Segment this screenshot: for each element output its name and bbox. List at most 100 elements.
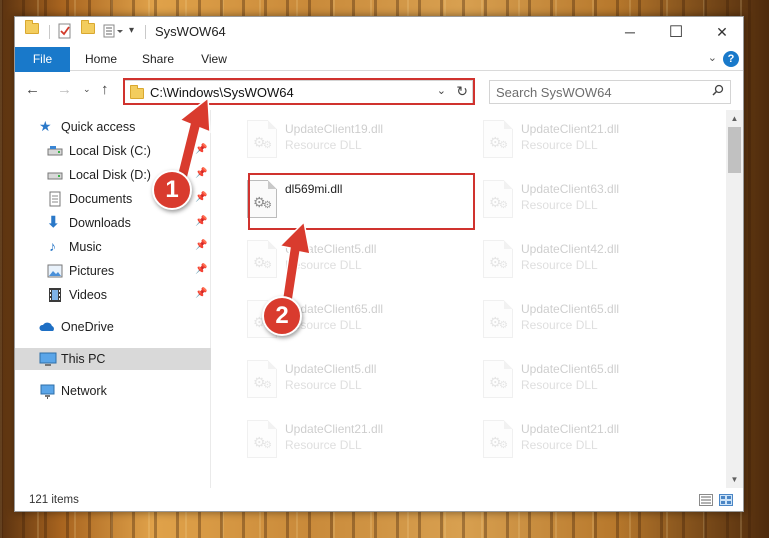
file-name: UpdateClient19.dll (285, 122, 384, 136)
list-item[interactable]: ⚙ ⚙ UpdateClient63.dll Resource DLL (474, 176, 710, 234)
file-explorer-window: ▾ SysWOW64 ─ ☐ ✕ File Home Share View ⌄ … (14, 16, 744, 512)
forward-arrow-icon[interactable]: → (57, 81, 72, 98)
file-type: Resource DLL (285, 138, 362, 152)
list-item[interactable]: ⚙ ⚙ UpdateClient21.dll Resource DLL (474, 416, 710, 474)
sidebar-item-label: Downloads (69, 216, 131, 230)
sidebar-item-label: Network (61, 384, 107, 398)
star-icon: ★ (39, 118, 52, 134)
search-icon (712, 84, 724, 99)
sidebar-item-label: Music (69, 240, 102, 254)
minimize-button[interactable]: ─ (607, 17, 653, 47)
navigation-bar: ← → ⌄ ↑ C:\Windows\SysWOW64 ⌄ ↻ (15, 72, 743, 108)
title-bar: ▾ SysWOW64 ─ ☐ ✕ (15, 17, 743, 47)
music-note-icon: ♪ (49, 238, 56, 254)
sidebar-item-onedrive[interactable]: OneDrive (15, 316, 211, 338)
pin-icon[interactable]: 📌 (195, 288, 207, 299)
file-type: Resource DLL (521, 258, 598, 272)
network-icon (39, 383, 55, 399)
file-name: UpdateClient42.dll (521, 242, 620, 256)
pin-icon[interactable]: 📌 (195, 168, 207, 179)
sidebar-item-label: Local Disk (D:) (69, 168, 151, 182)
list-item[interactable]: ⚙ ⚙ UpdateClient42.dll Resource DLL (474, 236, 710, 294)
sidebar-item-label: Videos (69, 288, 107, 302)
dll-file-icon: ⚙⚙ (247, 240, 277, 278)
sidebar-item-downloads[interactable]: ⬇ Downloads 📌 (15, 212, 211, 234)
list-item[interactable]: ⚙ ⚙ UpdateClient21.dll Resource DLL (474, 116, 710, 174)
file-type: Resource DLL (521, 378, 598, 392)
sidebar-item-label: This PC (61, 352, 106, 366)
vertical-scrollbar[interactable]: ▲ ▼ (726, 110, 743, 488)
new-folder-icon[interactable] (81, 20, 95, 34)
recent-locations-chevron-icon[interactable]: ⌄ (83, 84, 91, 95)
back-arrow-icon[interactable]: ← (25, 81, 40, 98)
step-2-badge: 2 (262, 296, 302, 336)
ribbon: File Home Share View ⌄ ? (15, 47, 743, 105)
file-type: Resource DLL (521, 198, 598, 212)
list-item[interactable]: ⚙ ⚙ UpdateClient5.dll Resource DLL (238, 356, 474, 414)
window-title: SysWOW64 (155, 24, 226, 39)
sidebar-item-local-disk-c[interactable]: Local Disk (C:) 📌 (15, 140, 211, 162)
sidebar-item-this-pc[interactable]: This PC (15, 348, 211, 370)
file-type: Resource DLL (521, 318, 598, 332)
properties-icon[interactable] (57, 23, 73, 39)
pin-icon[interactable]: 📌 (195, 216, 207, 227)
file-name: UpdateClient21.dll (521, 122, 620, 136)
file-highlight-box (248, 173, 475, 230)
file-name: UpdateClient21.dll (521, 422, 620, 436)
dll-file-icon: ⚙⚙ (247, 360, 277, 398)
dll-file-icon: ⚙⚙ (483, 120, 513, 158)
pin-icon[interactable]: 📌 (195, 240, 207, 251)
close-button[interactable]: ✕ (699, 17, 743, 47)
sidebar-item-network[interactable]: Network (15, 380, 211, 402)
list-item[interactable]: ⚙ ⚙ UpdateClient5.dll Resource DLL (238, 236, 474, 294)
dll-file-icon: ⚙⚙ (247, 120, 277, 158)
download-arrow-icon: ⬇ (47, 214, 60, 231)
scroll-up-arrow-icon[interactable]: ▲ (726, 110, 743, 127)
navigation-pane: ★ Quick access Local Disk (C:) 📌 Local D… (15, 110, 211, 488)
help-icon[interactable]: ? (723, 51, 739, 67)
file-name: UpdateClient21.dll (285, 422, 384, 436)
scroll-down-arrow-icon[interactable]: ▼ (726, 471, 743, 488)
scrollbar-thumb[interactable] (728, 127, 741, 173)
sidebar-item-label: Quick access (61, 120, 136, 134)
dll-file-icon: ⚙⚙ (247, 420, 277, 458)
sidebar-item-videos[interactable]: Videos 📌 (15, 284, 211, 306)
pin-icon[interactable]: 📌 (195, 192, 207, 203)
monitor-icon (39, 351, 57, 367)
up-arrow-icon[interactable]: ↑ (101, 81, 109, 98)
dll-file-icon: ⚙⚙ (483, 420, 513, 458)
cloud-icon (39, 319, 55, 335)
list-item[interactable]: ⚙ ⚙ UpdateClient19.dll Resource DLL (238, 116, 474, 174)
maximize-button[interactable]: ☐ (653, 17, 699, 47)
customize-toolbar-icon[interactable] (103, 24, 125, 38)
pin-icon[interactable]: 📌 (195, 264, 207, 275)
details-view-icon[interactable] (699, 494, 713, 506)
dll-file-icon: ⚙⚙ (483, 180, 513, 218)
file-type: Resource DLL (521, 438, 598, 452)
sidebar-item-music[interactable]: ♪ Music 📌 (15, 236, 211, 258)
list-item[interactable]: ⚙ ⚙ UpdateClient21.dll Resource DLL (238, 416, 474, 474)
file-name: UpdateClient63.dll (521, 182, 620, 196)
file-type: Resource DLL (285, 258, 362, 272)
sidebar-item-pictures[interactable]: Pictures 📌 (15, 260, 211, 282)
documents-icon (47, 191, 63, 207)
toolbar-divider (145, 25, 146, 39)
dropdown-chevron-icon[interactable]: ▾ (129, 25, 134, 36)
large-icons-view-icon[interactable] (719, 494, 733, 506)
list-item[interactable]: ⚙⚙ UpdateClient65.dll Resource DLL (474, 296, 710, 354)
search-input[interactable] (496, 84, 696, 100)
expand-ribbon-icon[interactable]: ⌄ (708, 51, 717, 64)
list-item[interactable]: ⚙⚙ UpdateClient65.dll Resource DLL (474, 356, 710, 414)
toolbar-divider (49, 25, 50, 39)
tab-share[interactable]: Share (135, 47, 181, 71)
sidebar-item-label: OneDrive (61, 320, 114, 334)
tab-home[interactable]: Home (77, 47, 125, 71)
dll-file-icon: ⚙⚙ (483, 240, 513, 278)
tab-view[interactable]: View (191, 47, 237, 71)
sidebar-item-quick-access[interactable]: ★ Quick access (15, 116, 211, 138)
file-type: Resource DLL (285, 438, 362, 452)
pin-icon[interactable]: 📌 (195, 144, 207, 155)
search-box[interactable] (489, 80, 731, 104)
file-name: UpdateClient65.dll (521, 302, 620, 316)
sidebar-item-label: Pictures (69, 264, 115, 278)
